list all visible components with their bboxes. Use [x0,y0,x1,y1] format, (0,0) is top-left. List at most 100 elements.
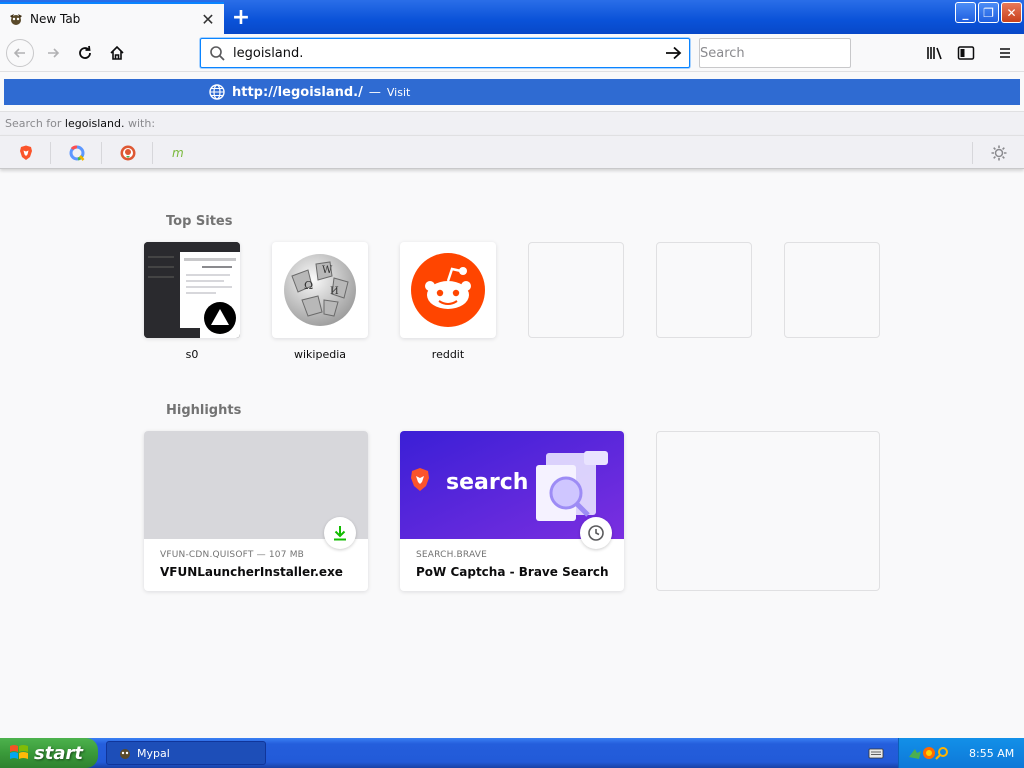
highlight-source: VFUN-CDN.QUISOFT — 107 MB [160,550,305,560]
menu-button[interactable] [990,38,1020,68]
autocomplete-url: http://legoisland./ [232,84,363,100]
highlight-title: PoW Captcha - Brave Search [416,565,609,579]
hamburger-menu-icon [1000,48,1010,58]
reddit-logo-icon [411,253,485,327]
highlight-source: SEARCH.BRAVE [416,550,488,560]
system-tray: 8:55 AM [898,738,1024,768]
download-icon [324,517,356,549]
brave-icon[interactable] [15,142,37,164]
brave-search-wordmark: search [446,470,529,495]
url-input[interactable] [233,40,659,66]
search-with-term: legoisland. [64,117,125,130]
top-site-s0[interactable]: s0 [144,242,240,362]
windows-taskbar: start Mypal 8:55 AM [0,738,1024,768]
close-tab-icon[interactable]: ✕ [196,7,220,31]
back-button[interactable] [6,39,34,67]
empty-site-tile[interactable] [784,242,880,338]
qwant-icon[interactable] [66,142,88,164]
mojeek-icon[interactable]: m [168,142,190,164]
search-icon [210,46,225,61]
top-site-empty[interactable] [528,242,624,362]
taskbar-item-label: Mypal [137,746,170,760]
highlight-card-download[interactable]: VFUN-CDN.QUISOFT — 107 MB VFUNLauncherIn… [144,431,368,591]
reload-icon [79,45,91,59]
tray-icons [909,747,948,760]
top-site-empty[interactable] [656,242,752,362]
taskbar-item-mypal[interactable]: Mypal [106,741,266,765]
url-bar[interactable] [200,38,690,68]
autocomplete-action: Visit [386,85,411,99]
start-button[interactable]: start [0,738,98,768]
search-with-prefix: Search for [5,117,62,130]
top-site-tile[interactable]: Ω W И [272,242,368,338]
top-site-reddit[interactable]: reddit [400,242,496,362]
engine-divider [972,142,973,164]
one-off-search-engines: m [0,135,1024,169]
top-site-label: s0 [185,348,199,361]
svg-text:И: И [330,286,339,297]
brave-search-preview-image: search [400,431,624,549]
highlight-title: VFUNLauncherInstaller.exe [160,565,343,579]
home-button[interactable] [102,38,132,68]
engine-divider [50,142,51,164]
sidebar-icon [957,46,975,60]
search-input[interactable] [700,40,870,66]
highlight-image-placeholder [144,431,368,549]
top-site-label: reddit [431,348,465,361]
site-favicon-badge [200,298,240,338]
top-site-label [784,348,880,362]
back-arrow-icon [13,48,25,58]
highlight-card-empty [656,431,880,591]
svg-text:W: W [322,265,333,276]
duckduckgo-icon[interactable] [117,142,139,164]
keyboard-icon[interactable] [868,745,884,761]
top-site-label [528,348,624,362]
library-button[interactable] [920,38,950,68]
top-site-tile[interactable] [400,242,496,338]
search-with-row: Search for legoisland. with: [0,111,1024,135]
wikipedia-globe-icon: Ω W И [284,246,356,326]
search-bar[interactable] [699,38,870,68]
highlight-card-brave-search[interactable]: search SEARCH.BRAVE PoW Captcha - Brave … [400,431,624,591]
top-site-wikipedia[interactable]: Ω W И wikipedia [272,242,368,362]
top-site-empty[interactable] [784,242,880,362]
sidebar-button[interactable] [951,38,981,68]
svg-text:Ω: Ω [304,279,313,292]
autocomplete-visit-row[interactable]: http://legoisland./ — Visit [4,79,1020,105]
history-clock-icon [580,517,612,549]
tab-strip: New Tab ✕ + _ ❐ ✕ [0,0,1024,34]
reload-button[interactable] [70,38,100,68]
top-site-label: wikipedia [293,348,346,361]
mypal-icon [10,14,22,25]
empty-site-tile[interactable] [528,242,624,338]
forward-arrow-icon [48,48,60,58]
search-with-suffix: with: [128,117,156,130]
engine-divider [152,142,153,164]
go-arrow-icon[interactable] [659,44,689,62]
start-label: start [34,742,83,764]
top-site-label [656,348,752,362]
empty-site-tile[interactable] [656,242,752,338]
window-controls: _ ❐ ✕ [955,2,1022,23]
autocomplete-separator: — [368,85,381,99]
tab-title: New Tab [30,12,81,26]
globe-icon [209,84,225,100]
search-settings-gear-icon[interactable] [988,142,1010,164]
forward-button[interactable] [38,38,68,68]
clock: 8:55 AM [969,746,1015,760]
top-site-tile[interactable] [144,242,240,338]
minimize-button[interactable]: _ [955,2,976,23]
engine-divider [101,142,102,164]
top-sites-heading: Top Sites [166,214,233,229]
svg-text:m: m [172,146,184,160]
mypal-icon [120,749,130,759]
library-icon [927,47,942,60]
home-icon [110,45,124,60]
tab-new-tab[interactable]: New Tab ✕ [0,2,224,34]
windows-logo-icon [10,745,28,759]
triangle-logo-icon [204,302,236,334]
new-tab-button[interactable]: + [228,4,254,30]
navigation-toolbar [0,34,1024,72]
restore-button[interactable]: ❐ [978,2,999,23]
close-window-button[interactable]: ✕ [1001,2,1022,23]
